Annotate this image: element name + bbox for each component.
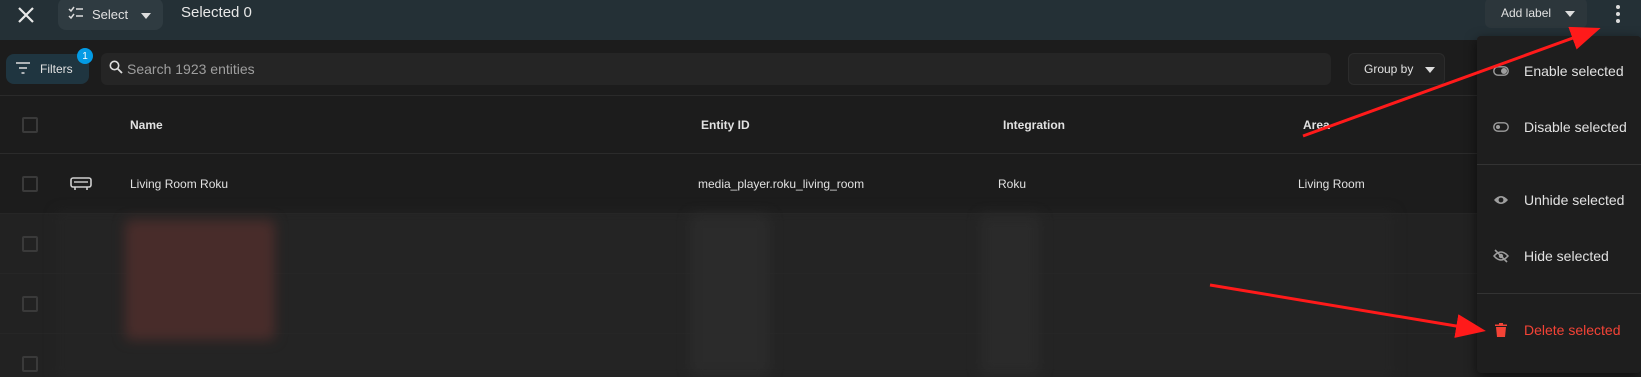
menu-item-hide-selected[interactable]: Hide selected	[1477, 232, 1641, 280]
group-by-button[interactable]: Group by	[1348, 53, 1445, 85]
column-header-area[interactable]: Area	[1303, 118, 1330, 132]
search-icon	[109, 60, 123, 79]
filters-count-badge: 1	[77, 48, 93, 64]
eye-off-icon	[1492, 249, 1510, 263]
chevron-down-icon	[1425, 62, 1436, 76]
row-integration: Roku	[998, 177, 1027, 191]
row-checkbox[interactable]	[22, 176, 38, 192]
filters-label: Filters	[40, 62, 73, 76]
tv-icon	[70, 176, 92, 195]
menu-item-enable-selected[interactable]: Enable selected	[1477, 47, 1641, 95]
redacted-region	[55, 210, 1395, 377]
select-mode-label: Select	[92, 6, 129, 22]
menu-divider	[1477, 293, 1641, 294]
select-all-checkbox[interactable]	[22, 117, 38, 133]
table-header: Name Entity ID Integration Area	[0, 96, 1641, 154]
row-area: Living Room	[1298, 177, 1365, 191]
row-checkbox[interactable]	[22, 356, 38, 372]
toggle-on-icon	[1492, 66, 1510, 76]
table-row[interactable]: Living Room Roku media_player.roku_livin…	[0, 154, 1641, 214]
menu-divider	[1477, 164, 1641, 165]
menu-item-unhide-selected[interactable]: Unhide selected	[1477, 176, 1641, 224]
chevron-down-icon	[141, 7, 151, 22]
add-label-text: Add label	[1501, 6, 1552, 20]
selected-count: Selected 0	[181, 4, 252, 21]
row-entity-id: media_player.roku_living_room	[698, 177, 865, 191]
filter-icon	[16, 61, 30, 77]
row-checkbox[interactable]	[22, 296, 38, 312]
menu-item-delete-selected[interactable]: Delete selected	[1477, 306, 1641, 354]
chevron-down-icon	[1565, 6, 1575, 20]
search-field[interactable]	[101, 53, 1331, 85]
row-checkbox[interactable]	[22, 236, 38, 252]
selection-toolbar: Select Selected 0 Add label	[0, 0, 1641, 40]
toggle-off-icon	[1492, 122, 1510, 132]
group-by-label: Group by	[1364, 62, 1414, 76]
overflow-menu: Enable selected Disable selected Unhide …	[1477, 36, 1641, 373]
add-label-button[interactable]: Add label	[1485, 0, 1587, 28]
search-toolbar: Filters 1 Group by	[0, 40, 1641, 96]
eye-icon	[1492, 194, 1510, 206]
row-name: Living Room Roku	[130, 177, 229, 191]
menu-item-disable-selected[interactable]: Disable selected	[1477, 103, 1641, 151]
column-header-entity-id[interactable]: Entity ID	[701, 118, 750, 132]
more-options-icon[interactable]	[1606, 2, 1630, 26]
search-input[interactable]	[127, 61, 727, 77]
close-icon[interactable]	[14, 3, 38, 27]
checklist-icon	[68, 6, 84, 23]
column-header-name[interactable]: Name	[130, 118, 163, 132]
trash-icon	[1492, 323, 1510, 337]
select-mode-button[interactable]: Select	[58, 0, 163, 30]
column-header-integration[interactable]: Integration	[1003, 118, 1065, 132]
